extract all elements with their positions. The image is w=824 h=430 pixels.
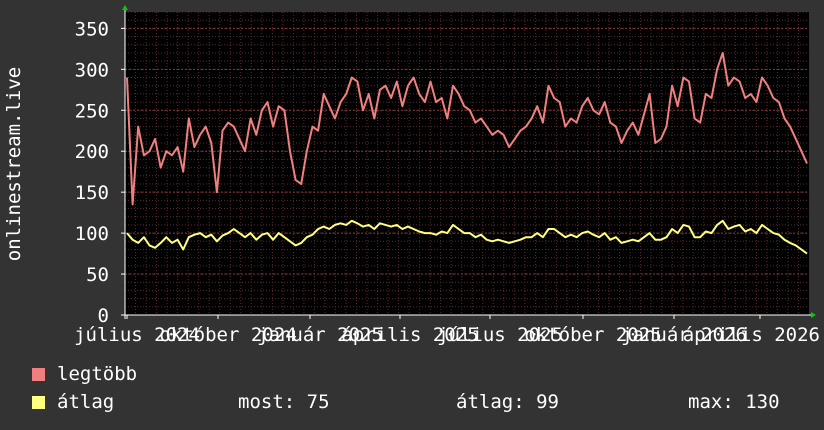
y-tick-labels: 050100150200250300350: [75, 18, 109, 327]
chart: 050100150200250300350 július 2024október…: [3, 5, 820, 346]
x-tick-labels: július 2024október 2024január 2025áprili…: [74, 324, 820, 346]
x-tick-label: április 2026: [683, 324, 820, 346]
plot-area: [125, 12, 809, 315]
y-tick-label: 150: [75, 182, 109, 204]
legend-swatch-atlag: [32, 396, 45, 409]
stat-atlag: átlag: 99: [456, 391, 559, 413]
stat-most: most: 75: [238, 391, 330, 413]
legend-label-legtobb: legtöbb: [57, 363, 138, 385]
y-tick-label: 250: [75, 100, 109, 122]
y-tick-label: 100: [75, 223, 109, 245]
y-tick-label: 300: [75, 59, 109, 81]
x-axis-arrow: [811, 312, 816, 318]
legend-label-atlag: átlag: [57, 391, 115, 413]
legend-item-atlag: átlag most: 75 átlag: 99 max: 130: [32, 392, 812, 412]
y-tick-label: 200: [75, 141, 109, 163]
legend-item-legtobb: legtöbb: [32, 364, 137, 384]
stat-max: max: 130: [688, 391, 780, 413]
y-tick-label: 350: [75, 18, 109, 40]
y-axis-label: onlinestream.live: [3, 67, 25, 261]
legend-swatch-legtobb: [32, 368, 45, 381]
y-tick-label: 50: [86, 264, 109, 286]
y-axis-arrow: [122, 5, 128, 10]
